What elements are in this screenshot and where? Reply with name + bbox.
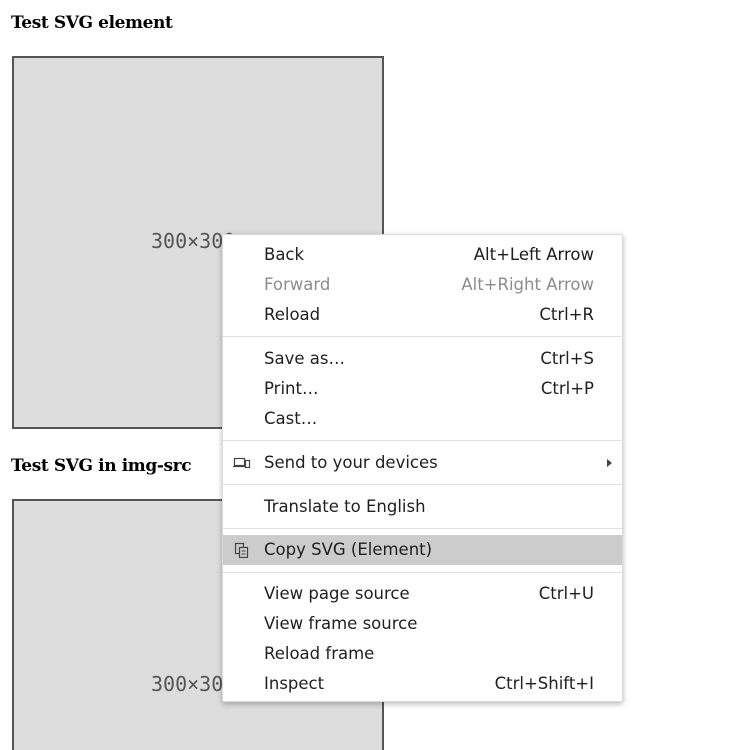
menu-item-view-frame-source[interactable]: View frame source <box>223 609 622 639</box>
menu-item-label: Forward <box>264 275 331 294</box>
copy-icon <box>233 542 251 559</box>
menu-separator <box>223 440 622 441</box>
menu-item-send-to-devices[interactable]: Send to your devices <box>223 448 622 478</box>
menu-item-label: Send to your devices <box>264 453 438 472</box>
menu-item-label: Reload frame <box>264 644 375 663</box>
menu-item-label: Save as… <box>264 349 345 368</box>
menu-item-shortcut: Alt+Left Arrow <box>473 245 594 264</box>
menu-item-reload[interactable]: Reload Ctrl+R <box>223 300 622 330</box>
menu-item-label: Reload <box>264 305 321 324</box>
menu-item-inspect[interactable]: Inspect Ctrl+Shift+I <box>223 669 622 699</box>
menu-separator <box>223 336 622 337</box>
menu-item-label: View page source <box>264 584 410 603</box>
context-menu: Back Alt+Left Arrow Forward Alt+Right Ar… <box>222 234 623 702</box>
menu-item-back[interactable]: Back Alt+Left Arrow <box>223 240 622 270</box>
menu-item-forward[interactable]: Forward Alt+Right Arrow <box>223 270 622 300</box>
menu-item-shortcut: Ctrl+P <box>540 379 594 398</box>
menu-item-label: Copy SVG (Element) <box>264 540 433 559</box>
menu-separator <box>223 572 622 573</box>
menu-item-label: Print… <box>264 379 319 398</box>
menu-item-label: View frame source <box>264 614 418 633</box>
menu-item-translate[interactable]: Translate to English <box>223 492 622 522</box>
devices-icon <box>233 455 251 471</box>
menu-item-shortcut: Alt+Right Arrow <box>461 275 594 294</box>
menu-item-shortcut: Ctrl+R <box>539 305 594 324</box>
submenu-arrow-icon <box>607 459 612 467</box>
menu-item-shortcut: Ctrl+U <box>538 584 594 603</box>
menu-item-shortcut: Ctrl+Shift+I <box>494 674 594 693</box>
menu-item-label: Inspect <box>264 674 325 693</box>
menu-item-view-page-source[interactable]: View page source Ctrl+U <box>223 579 622 609</box>
menu-item-print[interactable]: Print… Ctrl+P <box>223 374 622 404</box>
menu-item-label: Cast… <box>264 409 318 428</box>
menu-item-reload-frame[interactable]: Reload frame <box>223 639 622 669</box>
menu-item-copy-svg[interactable]: Copy SVG (Element) <box>223 535 622 565</box>
menu-separator <box>223 484 622 485</box>
menu-separator <box>223 528 622 529</box>
heading-svg-element: Test SVG element <box>11 13 173 33</box>
heading-svg-img-src: Test SVG in img-src <box>11 456 192 476</box>
menu-item-shortcut: Ctrl+S <box>540 349 594 368</box>
menu-item-label: Translate to English <box>264 497 426 516</box>
menu-item-save-as[interactable]: Save as… Ctrl+S <box>223 344 622 374</box>
menu-item-label: Back <box>264 245 305 264</box>
menu-item-cast[interactable]: Cast… <box>223 404 622 434</box>
